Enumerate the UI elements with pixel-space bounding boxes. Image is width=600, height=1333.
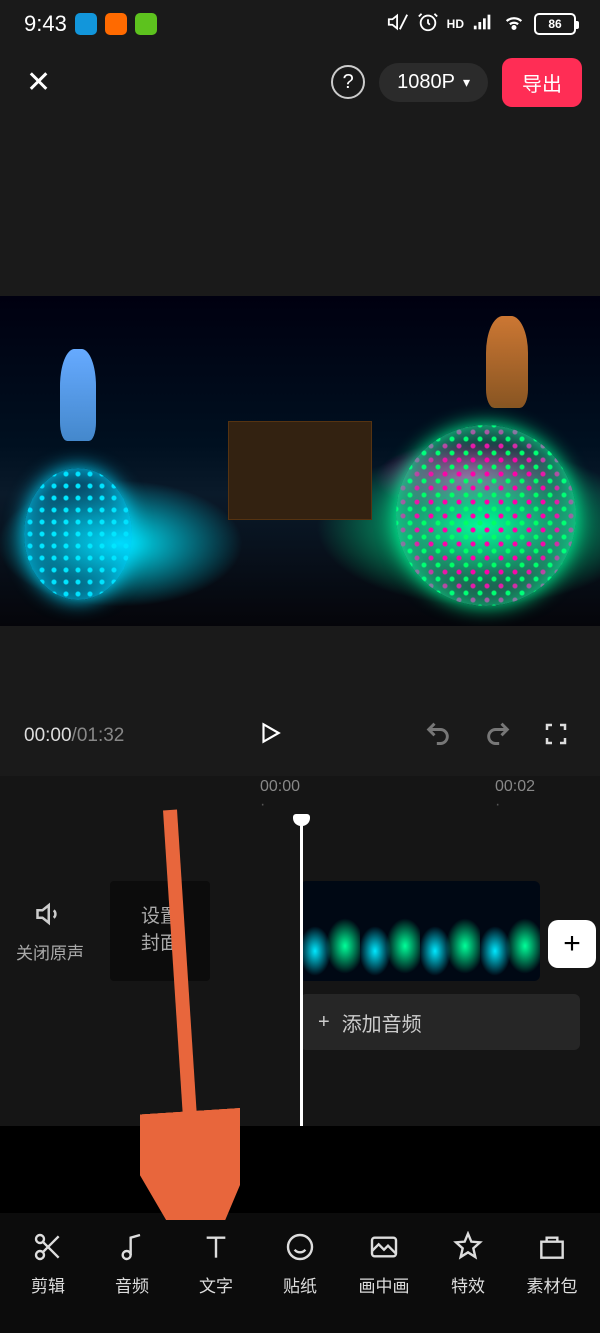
text-icon [200,1230,232,1264]
scene-light-sphere [24,468,132,600]
package-icon [536,1230,568,1264]
tab-label: 音频 [115,1272,149,1297]
total-time: 01:32 [77,725,125,746]
ruler-tick: 00:02 [495,778,600,814]
scissors-icon [32,1230,64,1264]
clip-thumbnail [300,881,360,981]
video-frame [0,296,600,626]
set-cover-button[interactable]: 设置 封面 [110,881,210,981]
clip-thumbnail [420,881,480,981]
effect-icon [452,1230,484,1264]
scene-figure [486,316,528,408]
playhead[interactable] [300,816,303,1126]
status-left: 9:43 [24,11,157,37]
preview-area[interactable] [0,116,600,696]
add-clip-button[interactable]: + [548,920,596,968]
scene-building [228,421,372,520]
redo-button[interactable] [476,711,520,762]
tab-label: 画中画 [359,1272,410,1297]
help-button[interactable]: ? [331,65,365,99]
app-icon [135,13,157,35]
timeline-ruler[interactable]: 00:00 00:02 [0,776,600,816]
app-icon [105,13,127,35]
scene-light-sphere [396,425,576,607]
clip-thumbnail [360,881,420,981]
mute-icon [387,11,409,38]
tab-label: 文字 [199,1272,233,1297]
wifi-icon [502,11,526,38]
app-icon [75,13,97,35]
tab-label: 贴纸 [283,1272,317,1297]
mute-original-audio[interactable]: 关闭原声 [0,899,100,964]
status-bar: 9:43 HD 86 [0,0,600,48]
pip-icon [368,1230,400,1264]
tab-sticker[interactable]: 贴纸 [258,1230,342,1297]
tab-label: 素材包 [527,1272,578,1297]
cover-label: 设置 封面 [141,904,179,957]
tab-package[interactable]: 素材包 [510,1230,594,1297]
tab-text[interactable]: 文字 [174,1230,258,1297]
time-display: 00:00/01:32 [24,725,124,747]
plus-icon: + [318,1011,330,1034]
add-audio-button[interactable]: + 添加音频 [300,994,580,1050]
status-time: 9:43 [24,11,67,37]
fullscreen-button[interactable] [536,714,576,759]
tab-audio[interactable]: 音频 [90,1230,174,1297]
play-button[interactable] [247,710,293,763]
bottom-toolbar: 剪辑 音频 文字 贴纸 画中画 特效 素材包 [0,1213,600,1333]
close-button[interactable]: ✕ [18,57,59,108]
current-time: 00:00 [24,725,72,746]
mute-label: 关闭原声 [16,939,84,964]
signal-icon [472,11,494,38]
timeline-area[interactable]: 关闭原声 设置 封面 + + 添加音频 [0,816,600,1126]
status-right: HD 86 [387,11,576,38]
tab-pip[interactable]: 画中画 [342,1230,426,1297]
resolution-selector[interactable]: 1080P [379,63,488,102]
tab-label: 剪辑 [31,1272,65,1297]
playback-controls: 00:00/01:32 [0,696,600,776]
add-audio-label: 添加音频 [342,1008,422,1037]
ruler-tick: 00:00 [260,778,365,814]
music-icon [116,1230,148,1264]
battery-indicator: 86 [534,13,576,35]
tab-effect[interactable]: 特效 [426,1230,510,1297]
tab-label: 特效 [451,1272,485,1297]
export-button[interactable]: 导出 [502,58,582,107]
alarm-icon [417,11,439,38]
tab-edit[interactable]: 剪辑 [6,1230,90,1297]
video-clip[interactable] [300,881,540,981]
sticker-icon [284,1230,316,1264]
scene-figure [60,349,96,441]
clip-thumbnail [480,881,540,981]
top-toolbar: ✕ ? 1080P 导出 [0,48,600,116]
undo-button[interactable] [416,711,460,762]
hd-label: HD [447,17,464,31]
resolution-label: 1080P [397,71,455,94]
